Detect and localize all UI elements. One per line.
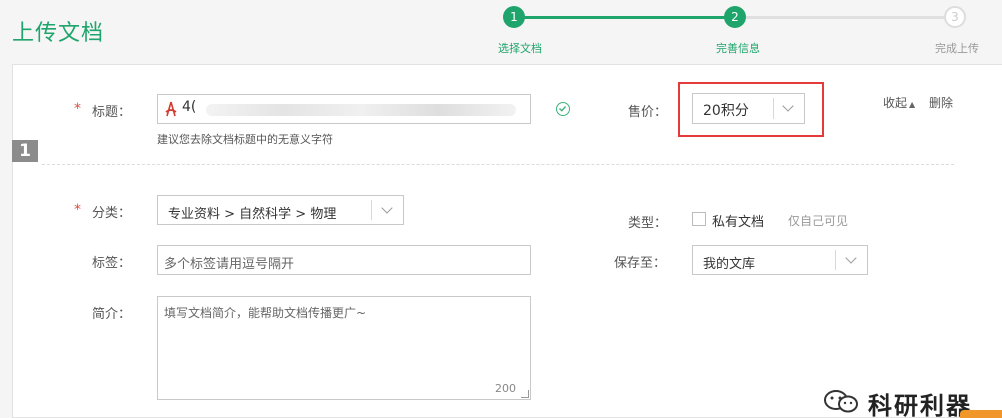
submit-button-partial[interactable]	[960, 410, 1002, 418]
title-input[interactable]: 4(	[157, 94, 531, 124]
select-divider	[371, 200, 372, 220]
wechat-icon	[822, 388, 862, 414]
tags-label: 标签：	[92, 256, 132, 271]
category-select-value: 专业资料 > 自然科学 > 物理	[168, 207, 337, 222]
step-2-label: 完善信息	[716, 42, 760, 55]
redacted-title-text	[206, 104, 516, 116]
save-to-select[interactable]: 我的文库	[692, 245, 868, 275]
step-connector-1-2	[523, 16, 735, 19]
title-hint: 建议您去除文档标题中的无意义字符	[157, 133, 333, 146]
resize-handle-icon[interactable]	[521, 390, 529, 398]
intro-textarea-placeholder: 填写文档简介，能帮助文档传播更广~	[164, 306, 367, 320]
chevron-down-icon	[845, 252, 857, 264]
section-number-badge: 1	[12, 140, 38, 162]
collapse-link[interactable]: 收起 ▲	[883, 94, 915, 111]
valid-check-icon	[556, 102, 570, 116]
title-label: 标题：	[92, 105, 132, 120]
private-doc-checkbox[interactable]	[692, 212, 706, 226]
step-1-marker: 1	[503, 6, 525, 28]
step-3-marker: 3	[944, 6, 966, 28]
required-mark: *	[74, 202, 81, 218]
type-label: 类型：	[628, 216, 668, 231]
save-to-label: 保存至：	[614, 256, 667, 271]
delete-link[interactable]: 删除	[929, 94, 953, 111]
char-count: 200	[495, 382, 516, 395]
intro-label: 简介：	[92, 307, 132, 322]
step-connector-2-3	[745, 16, 955, 19]
title-input-value: 4(	[182, 99, 197, 115]
private-doc-note: 仅自己可见	[788, 214, 849, 228]
caret-up-icon: ▲	[909, 100, 916, 109]
step-3-label: 完成上传	[935, 42, 979, 55]
tags-input-placeholder: 多个标签请用逗号隔开	[164, 257, 295, 272]
tags-input[interactable]: 多个标签请用逗号隔开	[157, 245, 531, 275]
section-divider	[42, 164, 954, 165]
save-to-select-value: 我的文库	[703, 257, 756, 272]
private-doc-label[interactable]: 私有文档	[712, 211, 764, 230]
chevron-down-icon	[381, 202, 393, 214]
select-divider	[835, 250, 836, 270]
pdf-icon	[164, 101, 178, 117]
watermark-text: 科研利器	[868, 392, 972, 418]
step-2-marker: 2	[724, 6, 746, 28]
intro-textarea[interactable]: 填写文档简介，能帮助文档传播更广~ 200	[157, 296, 531, 400]
category-label: 分类：	[92, 206, 132, 221]
progress-stepper: 1 选择文档 2 完善信息 3 完成上传	[0, 0, 1002, 60]
price-label: 售价：	[628, 105, 668, 120]
step-1-label: 选择文档	[498, 42, 542, 55]
category-select[interactable]: 专业资料 > 自然科学 > 物理	[157, 195, 404, 225]
required-mark: *	[74, 101, 81, 117]
highlight-box	[678, 82, 824, 137]
